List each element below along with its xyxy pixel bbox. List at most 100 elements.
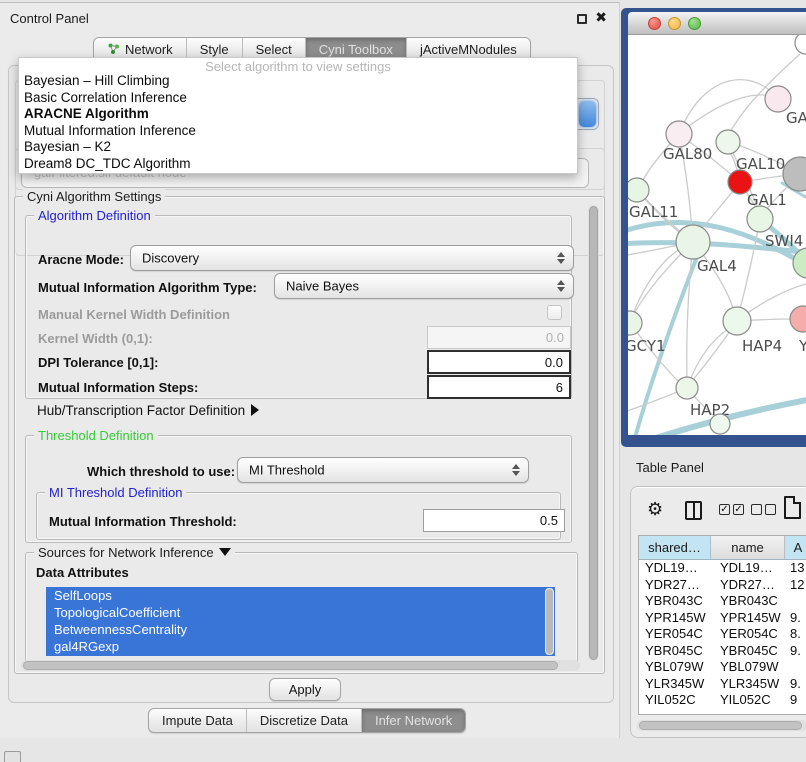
table-row[interactable]: YBR045CYBR045C9. bbox=[639, 643, 806, 660]
network-node-swi4[interactable] bbox=[747, 206, 773, 232]
attributes-scrollbar[interactable] bbox=[545, 588, 554, 655]
table-hscrollbar-thumb[interactable] bbox=[639, 721, 802, 730]
mi-type-select[interactable]: Naive Bayes bbox=[274, 273, 574, 299]
network-node-gal80[interactable] bbox=[666, 121, 692, 147]
checked-boxes-icon[interactable]: ✓✓ bbox=[719, 504, 744, 515]
node-label: Y bbox=[798, 337, 806, 355]
node-label: HAP4 bbox=[742, 337, 782, 355]
node-label: GAL1 bbox=[747, 191, 787, 209]
table-row[interactable]: YIL052CYIL052C9 bbox=[639, 692, 806, 709]
network-window-titlebar[interactable] bbox=[628, 12, 806, 35]
table-cell: YBR043C bbox=[639, 593, 711, 610]
which-threshold-select[interactable]: MI Threshold bbox=[237, 457, 529, 483]
table-cell: YLR345W bbox=[711, 676, 785, 693]
algorithm-option[interactable]: Basic Correlation Inference bbox=[19, 90, 577, 107]
manual-kernel-checkbox[interactable] bbox=[547, 305, 562, 320]
table-cell: 9. bbox=[785, 676, 806, 693]
network-view-window: GALGAL80GAL10GAL1GAL11SWI4GAL4GCY1HAP4YH… bbox=[621, 8, 806, 447]
network-node-gcy1[interactable] bbox=[628, 311, 642, 335]
network-canvas[interactable]: GALGAL80GAL10GAL1GAL11SWI4GAL4GCY1HAP4YH… bbox=[628, 35, 806, 435]
tab-infer-network[interactable]: Infer Network bbox=[361, 709, 465, 732]
node-attribute-table: shared…nameA YDL19…YDL19…13YDR27…YDR27…1… bbox=[638, 535, 806, 715]
collapsed-arrow-icon bbox=[251, 404, 259, 416]
algorithm-option[interactable]: ARACNE Algorithm bbox=[19, 106, 577, 123]
table-column-header[interactable]: A bbox=[785, 536, 806, 559]
algorithm-options: Bayesian – Hill ClimbingBasic Correlatio… bbox=[19, 73, 577, 172]
node-label: SWI4 bbox=[765, 232, 803, 250]
table-cell: YDR27… bbox=[639, 577, 711, 594]
unchecked-boxes-icon[interactable] bbox=[751, 504, 776, 515]
table-toolbar: ⚙ ✓✓ bbox=[631, 487, 806, 533]
table-cell: YLR345W bbox=[639, 676, 711, 693]
network-node-hap2[interactable] bbox=[676, 377, 698, 399]
settings-scrollbar-thumb[interactable] bbox=[589, 206, 598, 660]
dpi-tolerance-field[interactable]: 0.0 bbox=[427, 350, 571, 374]
application-window: Control Panel ✖ NetworkStyleSelectCyni T… bbox=[0, 0, 806, 762]
table-cell: 9 bbox=[785, 692, 806, 709]
network-node-gal4[interactable] bbox=[676, 225, 710, 259]
table-column-header[interactable]: name bbox=[711, 536, 785, 559]
document-icon[interactable] bbox=[784, 496, 801, 519]
network-node-gal10[interactable] bbox=[716, 130, 740, 154]
data-attribute-item[interactable]: BetweennessCentrality bbox=[46, 621, 555, 638]
network-node-y[interactable] bbox=[790, 306, 806, 332]
network-node[interactable] bbox=[710, 414, 730, 434]
attributes-scrollbar-thumb[interactable] bbox=[546, 589, 553, 654]
algorithm-option[interactable]: Dream8 DC_TDC Algorithm bbox=[19, 156, 577, 173]
network-node-hap4[interactable] bbox=[723, 307, 751, 335]
aracne-mode-select[interactable]: Discovery bbox=[130, 245, 574, 271]
algorithm-option[interactable]: Bayesian – K2 bbox=[19, 139, 577, 156]
apply-button[interactable]: Apply bbox=[269, 678, 341, 701]
zoom-traffic-light-icon[interactable] bbox=[688, 17, 701, 30]
close-icon[interactable]: ✖ bbox=[595, 9, 607, 26]
mi-steps-field[interactable]: 6 bbox=[427, 375, 571, 399]
float-window-icon[interactable] bbox=[577, 14, 587, 24]
tab-discretize-data[interactable]: Discretize Data bbox=[246, 709, 361, 732]
algorithm-option[interactable]: Mutual Information Inference bbox=[19, 123, 577, 140]
kernel-width-field[interactable]: 0.0 bbox=[427, 326, 571, 349]
minimize-traffic-light-icon[interactable] bbox=[668, 17, 681, 30]
table-hscrollbar[interactable] bbox=[637, 720, 806, 731]
gear-icon[interactable]: ⚙ bbox=[647, 499, 663, 520]
network-icon bbox=[107, 42, 120, 58]
data-attribute-item[interactable]: SelfLoops bbox=[46, 587, 555, 604]
mi-threshold-field[interactable]: 0.5 bbox=[423, 509, 565, 532]
table-row[interactable]: YBL079WYBL079W bbox=[639, 659, 806, 676]
table-row[interactable]: YPR145WYPR145W9. bbox=[639, 610, 806, 627]
combo-spinner-icon bbox=[579, 101, 596, 127]
table-row[interactable]: YBR043CYBR043C bbox=[639, 593, 806, 610]
table-row[interactable]: YLR345WYLR345W9. bbox=[639, 676, 806, 693]
table-cell bbox=[785, 659, 806, 676]
tab-label: Style bbox=[200, 42, 229, 57]
combo-arrows-icon bbox=[557, 252, 565, 264]
algorithm-option[interactable]: Bayesian – Hill Climbing bbox=[19, 73, 577, 90]
aracne-mode-label: Aracne Mode: bbox=[38, 252, 124, 267]
tab-label: Infer Network bbox=[375, 713, 452, 728]
network-node-gal11[interactable] bbox=[628, 178, 649, 202]
hub-section-toggle[interactable]: Hub/Transcription Factor Definition bbox=[37, 403, 259, 418]
table-row[interactable]: YDR27…YDR27…12 bbox=[639, 577, 806, 594]
tab-label: Impute Data bbox=[162, 713, 233, 728]
table-cell: YBR045C bbox=[639, 643, 711, 660]
data-attribute-item[interactable]: gal4RGexp bbox=[46, 638, 555, 655]
data-attribute-item[interactable]: TopologicalCoefficient bbox=[46, 604, 555, 621]
minimized-panel-icon[interactable] bbox=[4, 751, 21, 762]
network-node[interactable] bbox=[795, 35, 806, 54]
tab-label: Select bbox=[256, 42, 292, 57]
control-panel-titlebar: Control Panel ✖ bbox=[0, 3, 619, 33]
table-row[interactable]: YDL19…YDL19…13 bbox=[639, 560, 806, 577]
table-cell: YBR043C bbox=[711, 593, 785, 610]
kernel-width-label: Kernel Width (0,1): bbox=[38, 331, 153, 346]
settings-hscrollbar-thumb[interactable] bbox=[23, 661, 558, 670]
tab-impute-data[interactable]: Impute Data bbox=[149, 709, 246, 732]
sources-group-toggle[interactable]: Sources for Network Inference bbox=[34, 545, 235, 560]
settings-scrollbar[interactable] bbox=[588, 205, 599, 661]
settings-hscrollbar[interactable] bbox=[21, 660, 580, 671]
which-threshold-label: Which threshold to use: bbox=[87, 464, 235, 479]
table-row[interactable]: YER054CYER054C8. bbox=[639, 626, 806, 643]
table-cell: 9. bbox=[785, 610, 806, 627]
table-cell: 12 bbox=[785, 577, 806, 594]
table-column-header[interactable]: shared… bbox=[639, 536, 711, 559]
close-traffic-light-icon[interactable] bbox=[648, 17, 661, 30]
columns-icon[interactable] bbox=[685, 501, 702, 520]
